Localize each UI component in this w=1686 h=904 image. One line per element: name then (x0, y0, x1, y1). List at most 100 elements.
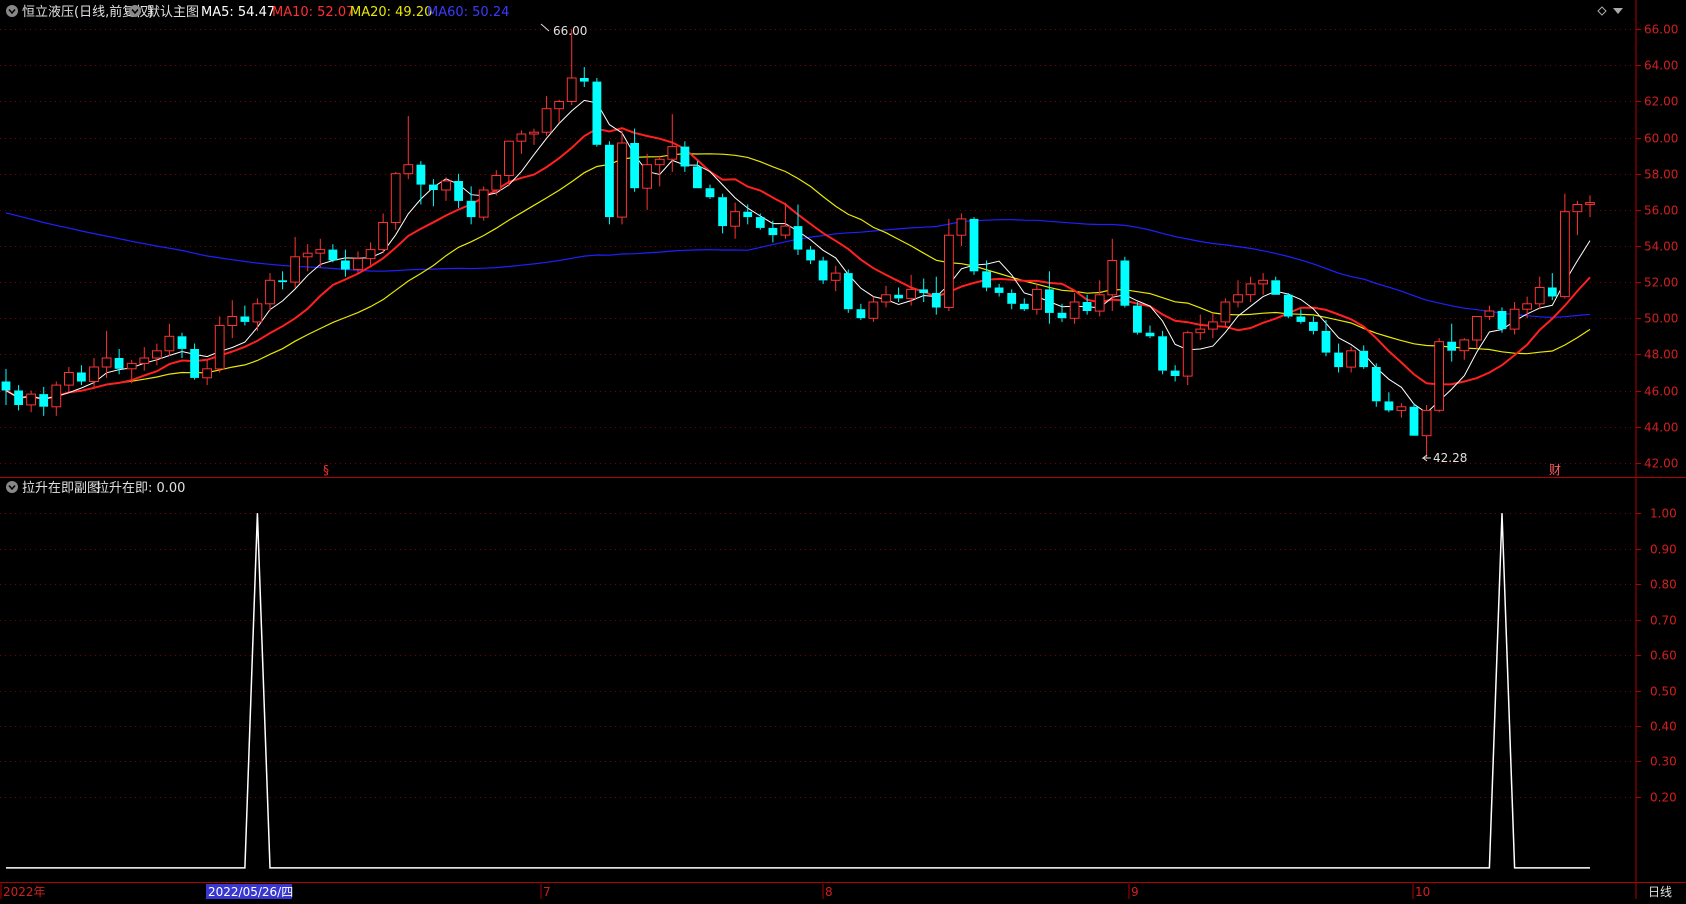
kline-chart[interactable]: 42.00 44.00 46.00 48.00 50.00 52.00 54.00 56.00… (0, 0, 1686, 899)
candle-body-up (554, 101, 565, 110)
candle[interactable] (843, 269, 853, 313)
selected-date-label: 2022/05/26/四 (208, 885, 293, 899)
s-marker[interactable]: § (323, 463, 329, 477)
ma5-readout: MA5: 54.47 (201, 5, 275, 20)
candle[interactable] (969, 217, 979, 275)
candle-body-down (1045, 289, 1054, 313)
candle-body-up (302, 252, 313, 258)
candle-body-up (202, 368, 212, 379)
candle-body-down (14, 390, 23, 405)
candle[interactable] (1120, 256, 1130, 308)
candle-body-down (77, 372, 86, 382)
candle-body-up (541, 108, 552, 133)
candle-body-down (843, 273, 853, 310)
candle-body-up (1509, 308, 1520, 330)
candle-body-up (529, 131, 539, 135)
candle-body-up (51, 384, 62, 408)
candle-body-down (592, 81, 602, 145)
price-tick-label: 60.00 (1644, 132, 1678, 146)
candle-body-down (856, 309, 866, 319)
candle[interactable] (1434, 338, 1444, 413)
indicator-tick-label: 0.40 (1650, 720, 1677, 734)
candle[interactable] (617, 130, 627, 225)
month-label-9: 9 (1131, 885, 1139, 899)
candle[interactable] (1283, 292, 1293, 319)
candle-body-down (1082, 302, 1092, 311)
candle-body-down (114, 358, 124, 369)
indicator-tick-label: 0.60 (1650, 649, 1677, 663)
indicator-tick-label: 1.00 (1650, 507, 1677, 521)
candle[interactable] (1158, 330, 1167, 375)
price-tick-label: 64.00 (1644, 59, 1678, 73)
candle-body-down (1321, 330, 1331, 353)
cai-marker[interactable]: 财 (1549, 463, 1561, 477)
candle-body-up (1195, 328, 1206, 334)
candle[interactable] (592, 78, 602, 147)
candle-body-up (956, 218, 967, 236)
candle-body-up (353, 258, 363, 270)
candle[interactable] (390, 171, 401, 230)
price-tick-label: 62.00 (1644, 95, 1678, 109)
indicator-tick-label: 0.90 (1650, 543, 1677, 557)
candle[interactable] (1371, 363, 1381, 407)
candle-body-up (315, 249, 326, 254)
price-tick-label: 54.00 (1644, 240, 1678, 254)
candle-body-down (1497, 311, 1507, 330)
candle-body-down (768, 227, 778, 236)
candle-body-up (378, 222, 389, 251)
candle-body-down (793, 226, 803, 250)
month-label-8: 8 (825, 885, 833, 899)
candle-body-up (491, 175, 502, 191)
candle-body-down (454, 181, 463, 201)
candle[interactable] (1409, 403, 1419, 436)
candle-body-up (1522, 303, 1532, 310)
candle-body-up (126, 362, 137, 370)
price-tick-label: 46.00 (1644, 385, 1678, 399)
candle[interactable] (818, 256, 828, 284)
candle-body-down (1334, 352, 1343, 368)
candle-body-up (1220, 301, 1231, 323)
candle-body-up (881, 294, 891, 303)
candle-body-down (1283, 294, 1293, 317)
candle-body-up (566, 77, 577, 102)
candle-body-up (89, 366, 99, 382)
main-chart-name[interactable]: 默认主图 (147, 4, 199, 20)
candle[interactable] (1497, 307, 1507, 333)
candle-body-down (579, 78, 589, 82)
candle-body-down (693, 166, 702, 189)
candle-body-down (328, 249, 338, 261)
candle[interactable] (605, 141, 614, 225)
price-tick-label: 42.00 (1644, 457, 1678, 471)
candle-body-down (1145, 332, 1155, 337)
candle-body-down (1384, 401, 1394, 411)
candle-body-up (780, 225, 791, 236)
candle-body-up (1258, 279, 1268, 285)
candle-body-down (1359, 350, 1369, 368)
indicator-tick-label: 0.30 (1650, 755, 1677, 769)
price-tick-label: 48.00 (1644, 348, 1678, 362)
candle-body-up (667, 146, 678, 160)
candle-body-up (1472, 316, 1482, 341)
candle-body-up (504, 140, 514, 176)
candle-body-up (290, 256, 301, 283)
candle-body-up (1585, 202, 1595, 205)
candle-body-down (278, 280, 287, 283)
candle[interactable] (478, 186, 489, 221)
candle[interactable] (1133, 302, 1142, 335)
candle-body-down (1309, 321, 1318, 331)
price-tick-label: 66.00 (1644, 23, 1678, 37)
sub-chart-name[interactable]: 拉升在即副图 (22, 481, 100, 496)
candle-body-up (654, 158, 665, 166)
candle-body-down (931, 293, 941, 308)
candle-body-down (969, 218, 979, 272)
candle-body-up (441, 180, 451, 191)
candle-body-down (1547, 287, 1557, 297)
period-button[interactable]: 日线 (1648, 885, 1672, 899)
stock-menu-icon[interactable] (6, 5, 18, 17)
sub-chart-menu-icon[interactable] (6, 481, 18, 493)
main-chart-menu-icon[interactable] (129, 5, 141, 17)
candle-body-down (982, 271, 991, 288)
candle-body-up (1484, 310, 1495, 317)
candle-body-up (1534, 287, 1545, 305)
candle-body-down (1057, 312, 1067, 319)
